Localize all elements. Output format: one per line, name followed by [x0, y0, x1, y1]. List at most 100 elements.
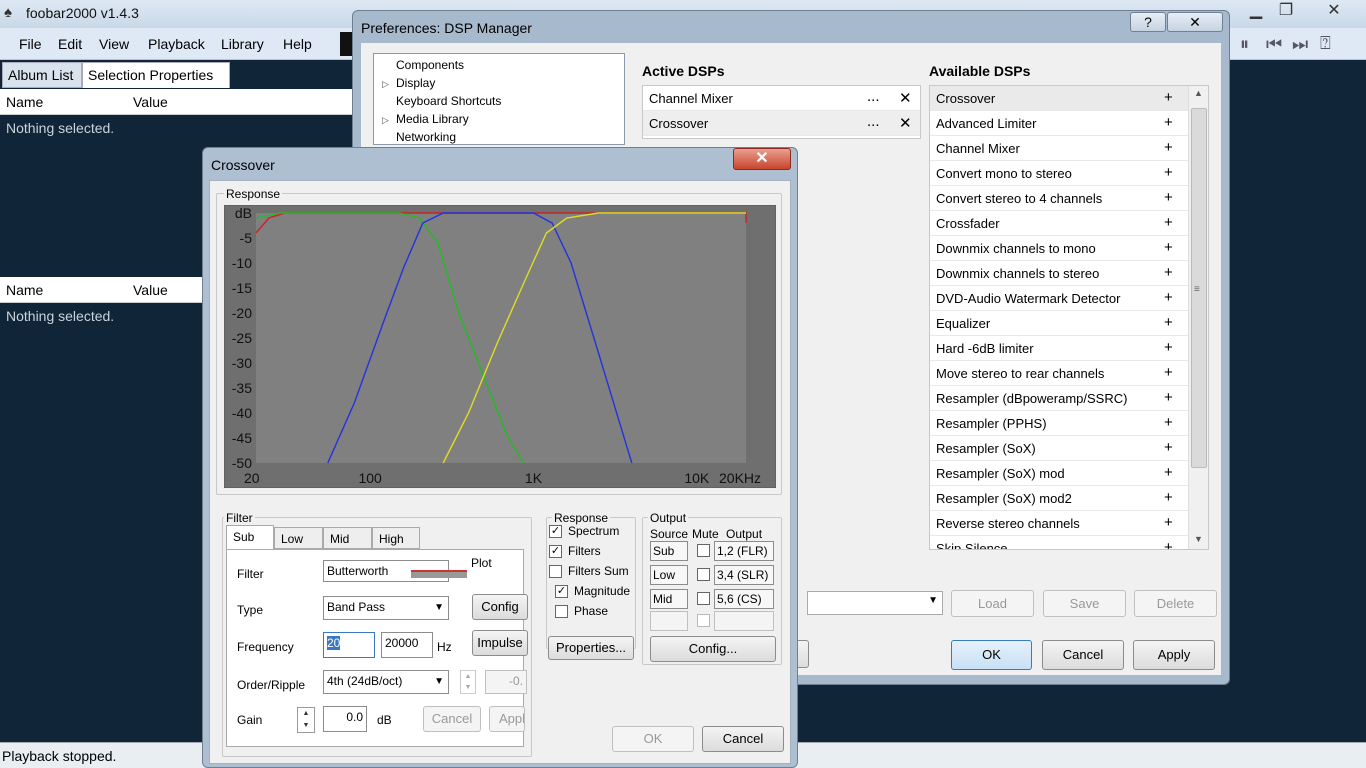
add-icon[interactable]: +: [1164, 239, 1173, 256]
available-dsp-item[interactable]: Downmix channels to mono +: [930, 236, 1188, 261]
available-dsp-item[interactable]: Channel Mixer +: [930, 136, 1188, 161]
tab-album-list[interactable]: Album List: [2, 62, 82, 88]
tree-item-display[interactable]: Display: [396, 76, 435, 90]
magnitude-checkbox[interactable]: ✓: [555, 585, 568, 598]
spectrum-checkbox[interactable]: ✓: [549, 525, 562, 538]
tab-low[interactable]: Low: [274, 527, 323, 549]
menu-view[interactable]: View: [99, 36, 129, 52]
available-dsp-item[interactable]: Resampler (SoX) mod2 +: [930, 486, 1188, 511]
mute-checkbox[interactable]: [697, 544, 710, 557]
add-icon[interactable]: +: [1164, 514, 1173, 531]
add-icon[interactable]: +: [1164, 264, 1173, 281]
column-value[interactable]: Value: [133, 282, 168, 298]
add-icon[interactable]: +: [1164, 339, 1173, 356]
menu-edit[interactable]: Edit: [58, 36, 82, 52]
ok-button[interactable]: OK: [951, 640, 1032, 670]
menu-playback[interactable]: Playback: [148, 36, 205, 52]
remove-icon[interactable]: ✕: [899, 114, 912, 132]
menu-help[interactable]: Help: [283, 36, 312, 52]
next-icon[interactable]: ⏭: [1292, 34, 1308, 55]
tree-item-media-library[interactable]: Media Library: [396, 112, 469, 126]
available-dsp-item[interactable]: Resampler (SoX) mod +: [930, 461, 1188, 486]
gain-spinner-icon[interactable]: ▲ ▼: [297, 707, 315, 733]
expand-icon[interactable]: ▷: [382, 79, 389, 90]
tab-sub[interactable]: Sub: [226, 525, 274, 549]
available-dsp-item[interactable]: Skip Silence +: [930, 536, 1188, 549]
tree-item-keyboard-shortcuts[interactable]: Keyboard Shortcuts: [396, 94, 501, 108]
previous-icon[interactable]: ⏮: [1266, 34, 1282, 55]
add-icon[interactable]: +: [1164, 164, 1173, 181]
available-dsp-item[interactable]: Convert mono to stereo +: [930, 161, 1188, 186]
remove-icon[interactable]: ✕: [899, 89, 912, 107]
tree-item-networking[interactable]: Networking: [396, 130, 456, 144]
tab-mid[interactable]: Mid: [323, 527, 372, 549]
scrollbar[interactable]: ▲ ≡ ▼: [1188, 86, 1208, 549]
available-dsp-item[interactable]: Resampler (SoX) +: [930, 436, 1188, 461]
close-icon[interactable]: ✕: [1167, 12, 1223, 32]
apply-button[interactable]: Apply: [1133, 640, 1215, 670]
frequency-low-input[interactable]: 20: [323, 632, 375, 658]
active-dsp-item[interactable]: Channel Mixer ... ✕: [643, 86, 920, 111]
impulse-button[interactable]: Impulse: [472, 630, 528, 656]
tab-high[interactable]: High: [372, 527, 420, 549]
random-icon[interactable]: ⍰: [1320, 33, 1331, 54]
cancel-button[interactable]: Cancel: [702, 726, 784, 752]
phase-checkbox[interactable]: [555, 605, 568, 618]
delete-button[interactable]: Delete: [1134, 590, 1217, 617]
add-icon[interactable]: +: [1164, 464, 1173, 481]
add-icon[interactable]: +: [1164, 389, 1173, 406]
ripple-input[interactable]: -0.: [485, 670, 527, 694]
add-icon[interactable]: +: [1164, 114, 1173, 131]
column-name[interactable]: Name: [6, 94, 43, 110]
mute-checkbox[interactable]: [697, 592, 710, 605]
config-button[interactable]: Config: [472, 594, 528, 620]
plot-color-swatch[interactable]: [411, 570, 467, 578]
add-icon[interactable]: +: [1164, 214, 1173, 231]
add-icon[interactable]: +: [1164, 314, 1173, 331]
available-dsp-item[interactable]: Downmix channels to stereo +: [930, 261, 1188, 286]
available-dsp-item[interactable]: Reverse stereo channels +: [930, 511, 1188, 536]
filter-cancel-button[interactable]: Cancel: [423, 706, 481, 732]
available-dsp-item[interactable]: Resampler (dBpoweramp/SSRC) +: [930, 386, 1188, 411]
maximize-icon[interactable]: ❐: [1268, 0, 1304, 22]
pause-icon[interactable]: ⏸: [1240, 34, 1249, 55]
load-button[interactable]: Load: [951, 590, 1034, 617]
available-dsp-item[interactable]: Advanced Limiter +: [930, 111, 1188, 136]
filters-checkbox[interactable]: ✓: [549, 545, 562, 558]
order-dropdown[interactable]: 4th (24dB/oct) ▼: [323, 670, 449, 694]
ok-button[interactable]: OK: [612, 726, 694, 752]
column-value[interactable]: Value: [133, 94, 168, 110]
mute-checkbox[interactable]: [697, 568, 710, 581]
add-icon[interactable]: +: [1164, 189, 1173, 206]
tab-selection-properties[interactable]: Selection Properties: [82, 62, 230, 88]
column-name[interactable]: Name: [6, 282, 43, 298]
gain-input[interactable]: 0.0: [323, 706, 367, 732]
filters-sum-checkbox[interactable]: [549, 565, 562, 578]
frequency-high-input[interactable]: 20000: [381, 632, 433, 658]
available-dsp-item[interactable]: Crossover +: [930, 86, 1188, 111]
available-dsp-item[interactable]: Convert stereo to 4 channels +: [930, 186, 1188, 211]
tree-item-components[interactable]: Components: [396, 58, 464, 72]
expand-icon[interactable]: ▷: [382, 115, 389, 126]
add-icon[interactable]: +: [1164, 539, 1173, 549]
configure-icon[interactable]: ...: [867, 113, 880, 130]
add-icon[interactable]: +: [1164, 489, 1173, 506]
menu-library[interactable]: Library: [221, 36, 264, 52]
close-icon[interactable]: ✕: [733, 148, 791, 170]
available-dsp-item[interactable]: Move stereo to rear channels +: [930, 361, 1188, 386]
help-button[interactable]: ?: [1130, 12, 1166, 32]
available-dsp-item[interactable]: Equalizer +: [930, 311, 1188, 336]
add-icon[interactable]: +: [1164, 439, 1173, 456]
add-icon[interactable]: +: [1164, 414, 1173, 431]
add-icon[interactable]: +: [1164, 364, 1173, 381]
close-icon[interactable]: ✕: [1316, 0, 1352, 22]
available-dsp-item[interactable]: Hard -6dB limiter +: [930, 336, 1188, 361]
active-dsp-item[interactable]: Crossover ... ✕: [643, 111, 920, 136]
output-config-button[interactable]: Config...: [650, 636, 776, 662]
preset-dropdown[interactable]: ▼: [807, 591, 943, 615]
add-icon[interactable]: +: [1164, 139, 1173, 156]
available-dsp-item[interactable]: Resampler (PPHS) +: [930, 411, 1188, 436]
scroll-down-icon[interactable]: ▼: [1194, 534, 1203, 544]
menu-file[interactable]: File: [19, 36, 42, 52]
filter-apply-button[interactable]: Apply: [489, 706, 525, 732]
